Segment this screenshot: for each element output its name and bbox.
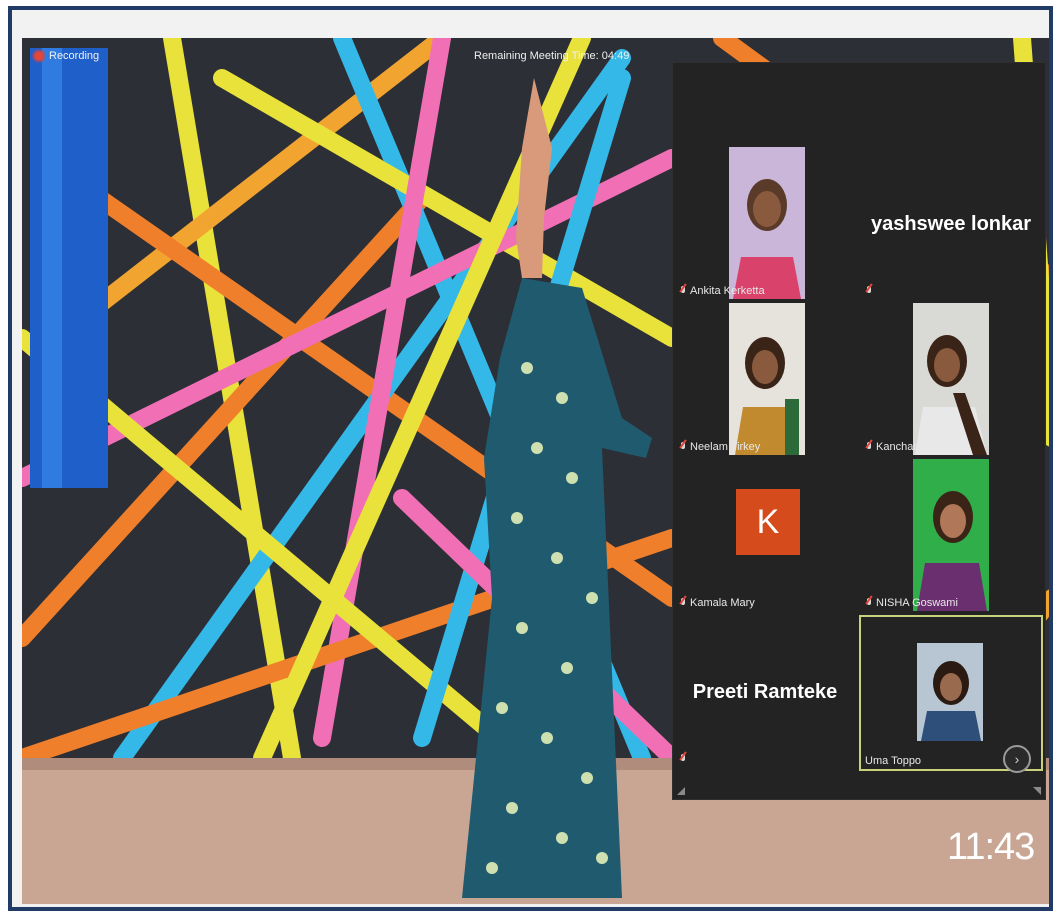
- muted-mic-icon: [865, 597, 873, 609]
- muted-mic-icon: [865, 441, 873, 453]
- remaining-time: Remaining Meeting Time: 04:49: [474, 50, 630, 62]
- participant-tile[interactable]: NISHA Goswami: [859, 459, 1043, 613]
- participant-tile[interactable]: yashswee lonkar: [859, 147, 1043, 301]
- participant-name: Kamala Mary: [690, 597, 755, 609]
- clock-overlay: 11:43: [947, 826, 1035, 868]
- participant-name: Uma Toppo: [865, 755, 922, 767]
- participant-name-row: [679, 754, 687, 765]
- muted-mic-icon: [679, 597, 687, 609]
- participant-name: NISHA Goswami: [876, 597, 958, 609]
- participant-video: [913, 303, 989, 455]
- participant-tile[interactable]: Kanchan Tigga: [859, 303, 1043, 457]
- participant-tile[interactable]: Preeti Ramteke: [673, 615, 857, 769]
- participant-name-row: Kamala Mary: [679, 597, 755, 609]
- participant-display-name: Preeti Ramteke: [692, 681, 838, 703]
- participant-name: Neelam Tirkey: [690, 441, 761, 453]
- gallery-panel: Ankita Kerketta yashswee lonkar Neelam T…: [672, 62, 1046, 800]
- muted-mic-icon: [679, 285, 687, 297]
- participant-tile[interactable]: Ankita Kerketta: [673, 147, 857, 301]
- resize-handle-right-icon[interactable]: [1033, 787, 1041, 795]
- participant-name: Kanchan Tigga: [876, 441, 950, 453]
- participant-video: [729, 303, 805, 455]
- recording-indicator: Recording: [34, 50, 99, 62]
- participant-name-row: Kanchan Tigga: [865, 441, 949, 453]
- participant-video: [913, 459, 989, 611]
- recording-label: Recording: [49, 50, 100, 62]
- participant-name-row: Ankita Kerketta: [679, 285, 765, 297]
- participant-display-name: yashswee lonkar: [870, 213, 1032, 235]
- participant-name-row: NISHA Goswami: [865, 597, 958, 609]
- muted-mic-icon: [865, 286, 873, 297]
- participant-name: Ankita Kerketta: [690, 285, 765, 297]
- participant-name-row: Neelam Tirkey: [679, 441, 760, 453]
- chevron-right-icon[interactable]: ›: [1003, 745, 1031, 773]
- meeting-window: Recording Remaining Meeting Time: 04:49 …: [22, 38, 1049, 904]
- participant-video: [917, 643, 983, 741]
- participant-tile[interactable]: Neelam Tirkey: [673, 303, 857, 457]
- participant-video: [729, 147, 805, 299]
- muted-mic-icon: [679, 754, 687, 765]
- screenshot-frame: Recording Remaining Meeting Time: 04:49 …: [8, 6, 1053, 911]
- participant-name-row: Uma Toppo: [865, 755, 921, 767]
- recording-icon: [34, 51, 44, 61]
- participant-name-row: [865, 286, 873, 297]
- participant-tile[interactable]: K Kamala Mary: [673, 459, 857, 613]
- muted-mic-icon: [679, 441, 687, 453]
- resize-handle-left-icon[interactable]: [677, 787, 685, 795]
- participant-avatar: K: [736, 489, 800, 555]
